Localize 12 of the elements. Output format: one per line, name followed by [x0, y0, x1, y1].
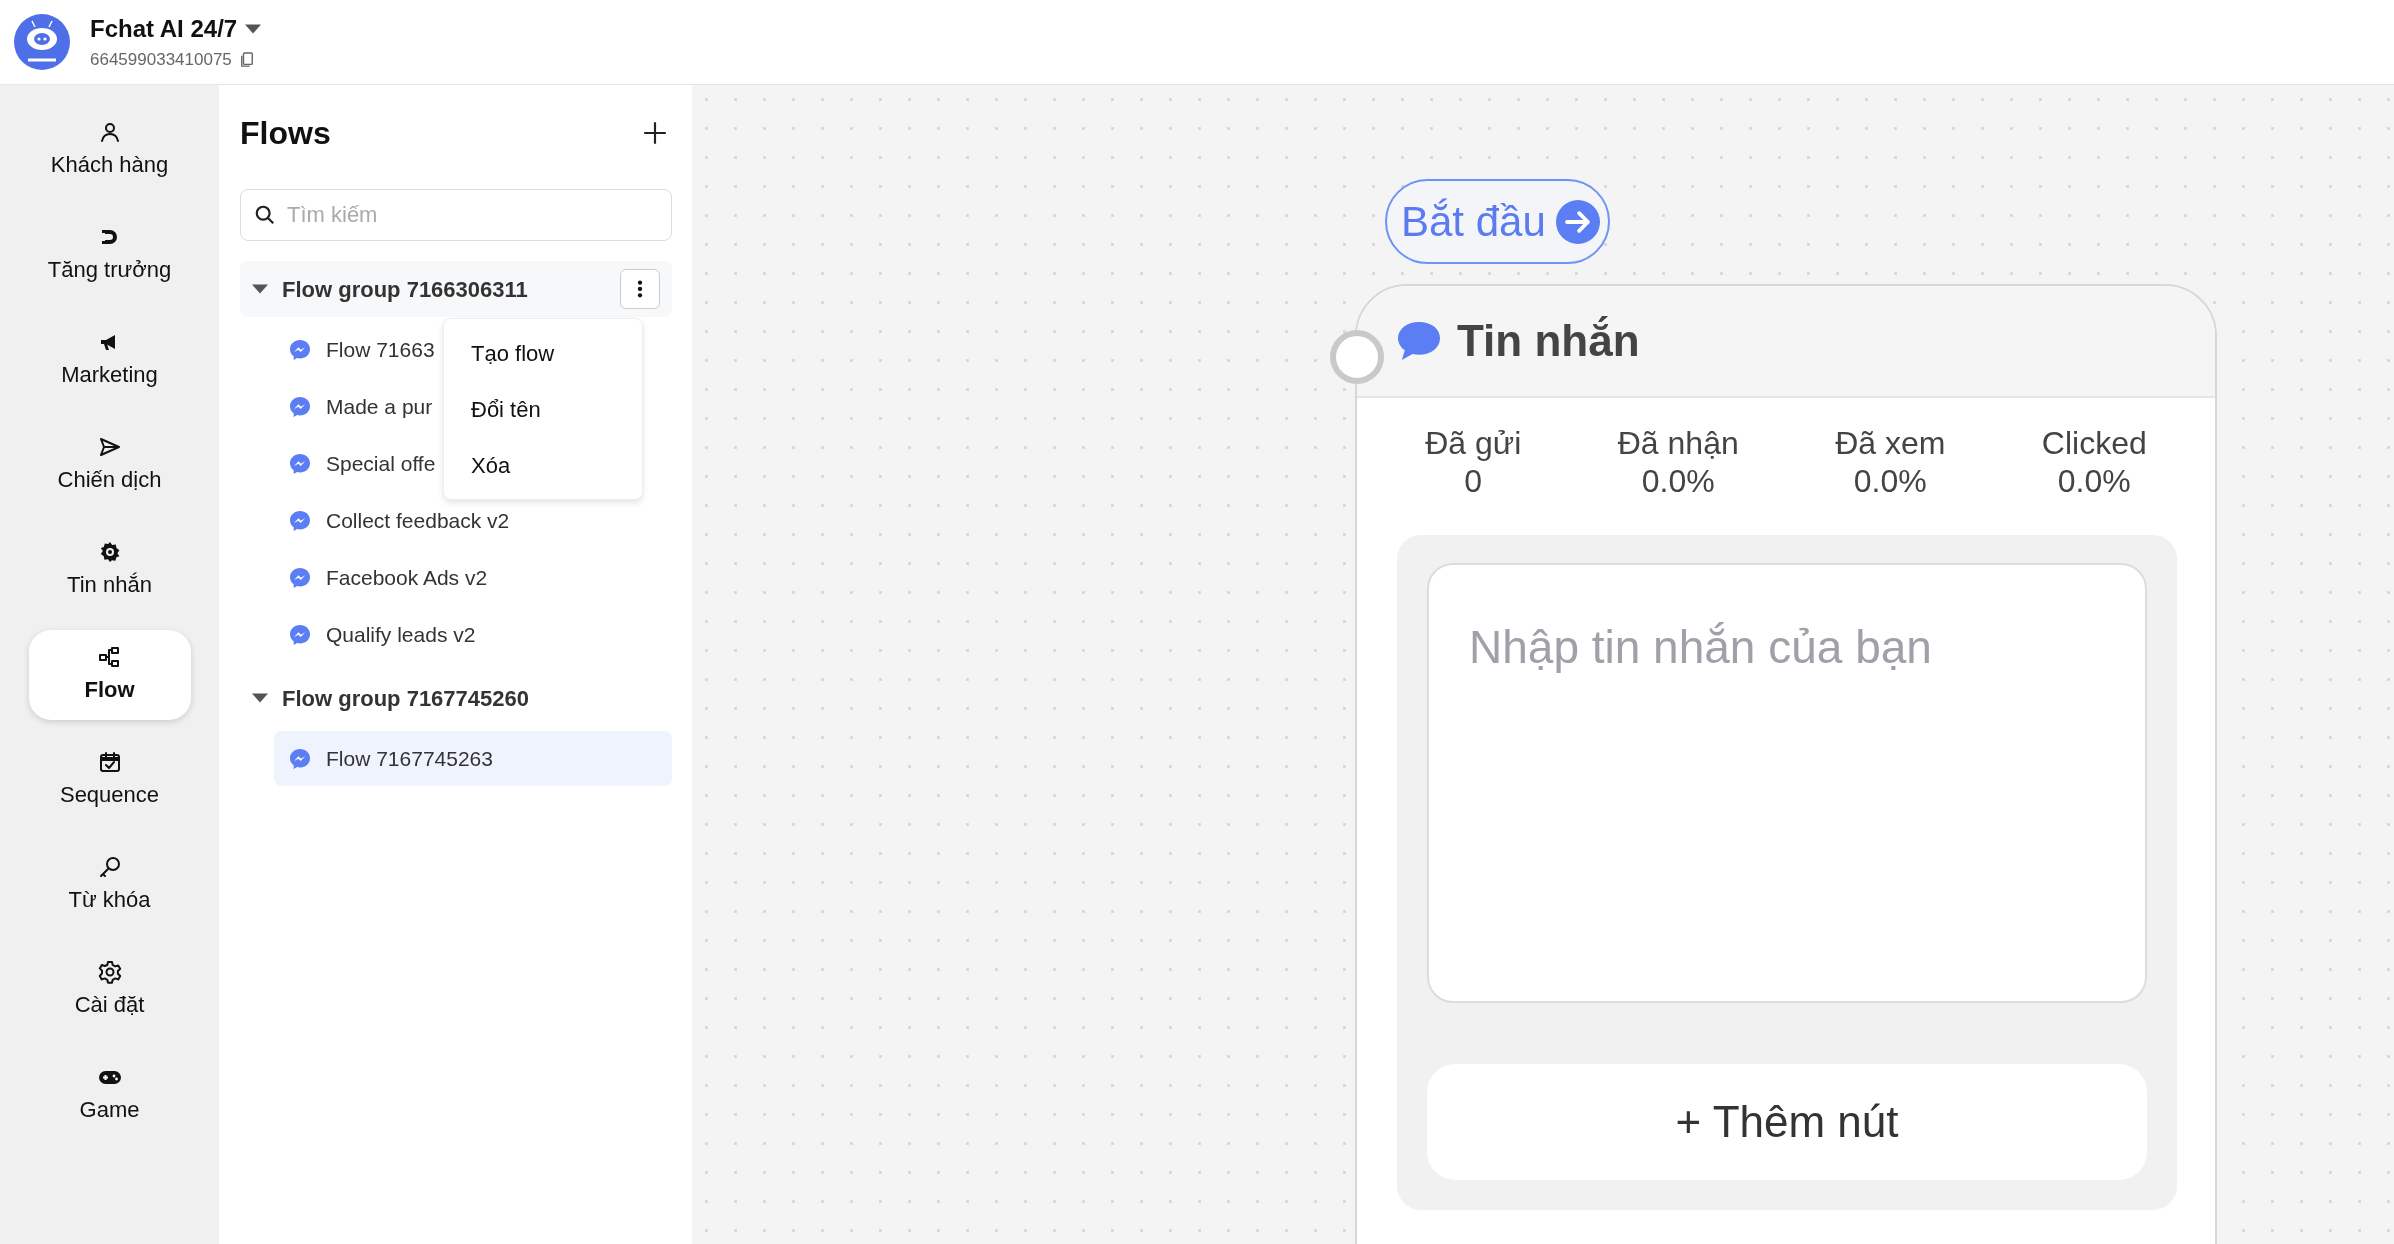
page-name: Fchat AI 24/7 — [90, 14, 238, 45]
panel-title: Flows — [240, 114, 331, 153]
stat-value: 0 — [1464, 462, 1483, 501]
stat-value: 0.0% — [1641, 462, 1715, 501]
stat-label: Clicked — [2041, 424, 2147, 463]
stat-label: Đã nhận — [1617, 424, 1739, 463]
stat-value: 0.0% — [2057, 462, 2131, 501]
stat-label: Đã gửi — [1425, 424, 1522, 463]
stat-value: 0.0% — [1853, 462, 1927, 501]
stat-label: Đã xem — [1835, 424, 1946, 463]
node-title: Tin nhắn — [1457, 315, 1640, 367]
page-id: 664599033410075 — [90, 49, 232, 72]
